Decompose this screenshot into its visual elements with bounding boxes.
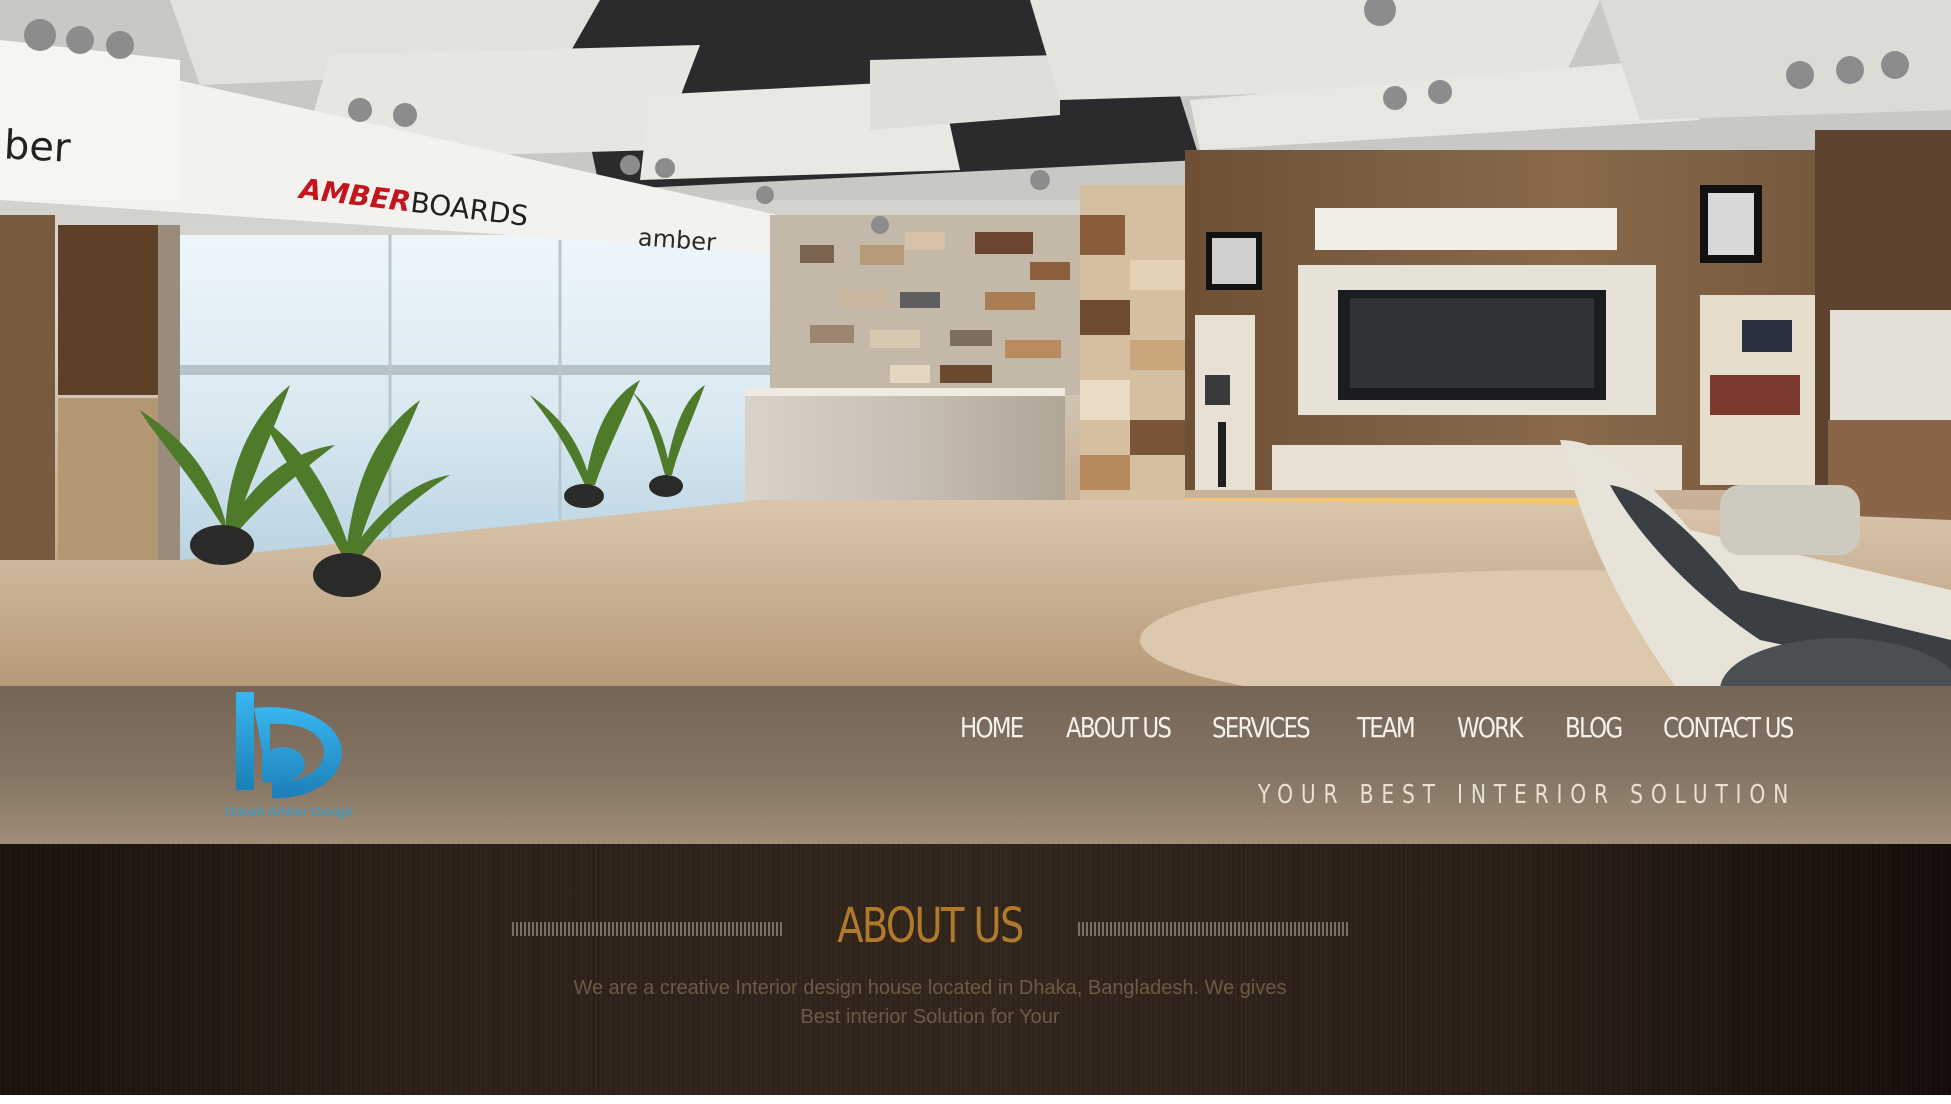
page: ber AMBERBOARDS amber Dream Amber Design… <box>0 0 1951 1095</box>
nav-item-work[interactable]: WORK <box>1457 708 1546 748</box>
nav-item-blog[interactable]: BLOG <box>1565 708 1645 748</box>
nav-item-about-us[interactable]: ABOUT US <box>1066 708 1186 748</box>
logo-text: Dream Amber Design <box>225 804 353 819</box>
nav-item-home[interactable]: HOME <box>960 708 1047 748</box>
nav-item-contact-us[interactable]: CONTACT US <box>1663 708 1794 748</box>
main-menu: HOME ABOUT US SERVICES TEAM WORK BLOG CO… <box>960 708 1823 748</box>
title-divider-right <box>1078 922 1350 936</box>
sign-amber-small: amber <box>637 223 717 257</box>
nav-item-services[interactable]: SERVICES <box>1212 708 1331 748</box>
navbar: Dream Amber Design HOME ABOUT US SERVICE… <box>0 686 1951 844</box>
about-title: ABOUT US <box>837 898 1024 954</box>
about-text-line-2: Best interior Solution for Your <box>800 1006 1060 1028</box>
title-divider-left <box>512 922 784 936</box>
nav-item-team[interactable]: TEAM <box>1357 708 1439 748</box>
tagline: YOUR BEST INTERIOR SOLUTION <box>1258 780 1797 810</box>
about-text-line-1: We are a creative Interior design house … <box>573 977 1287 999</box>
about-section: ABOUT US We are a creative Interior desi… <box>0 844 1951 1095</box>
about-description: We are a creative Interior design house … <box>520 974 1340 1032</box>
hero-banner-image: ber AMBERBOARDS amber <box>0 0 1951 686</box>
sign-left-text: ber <box>2 122 72 172</box>
